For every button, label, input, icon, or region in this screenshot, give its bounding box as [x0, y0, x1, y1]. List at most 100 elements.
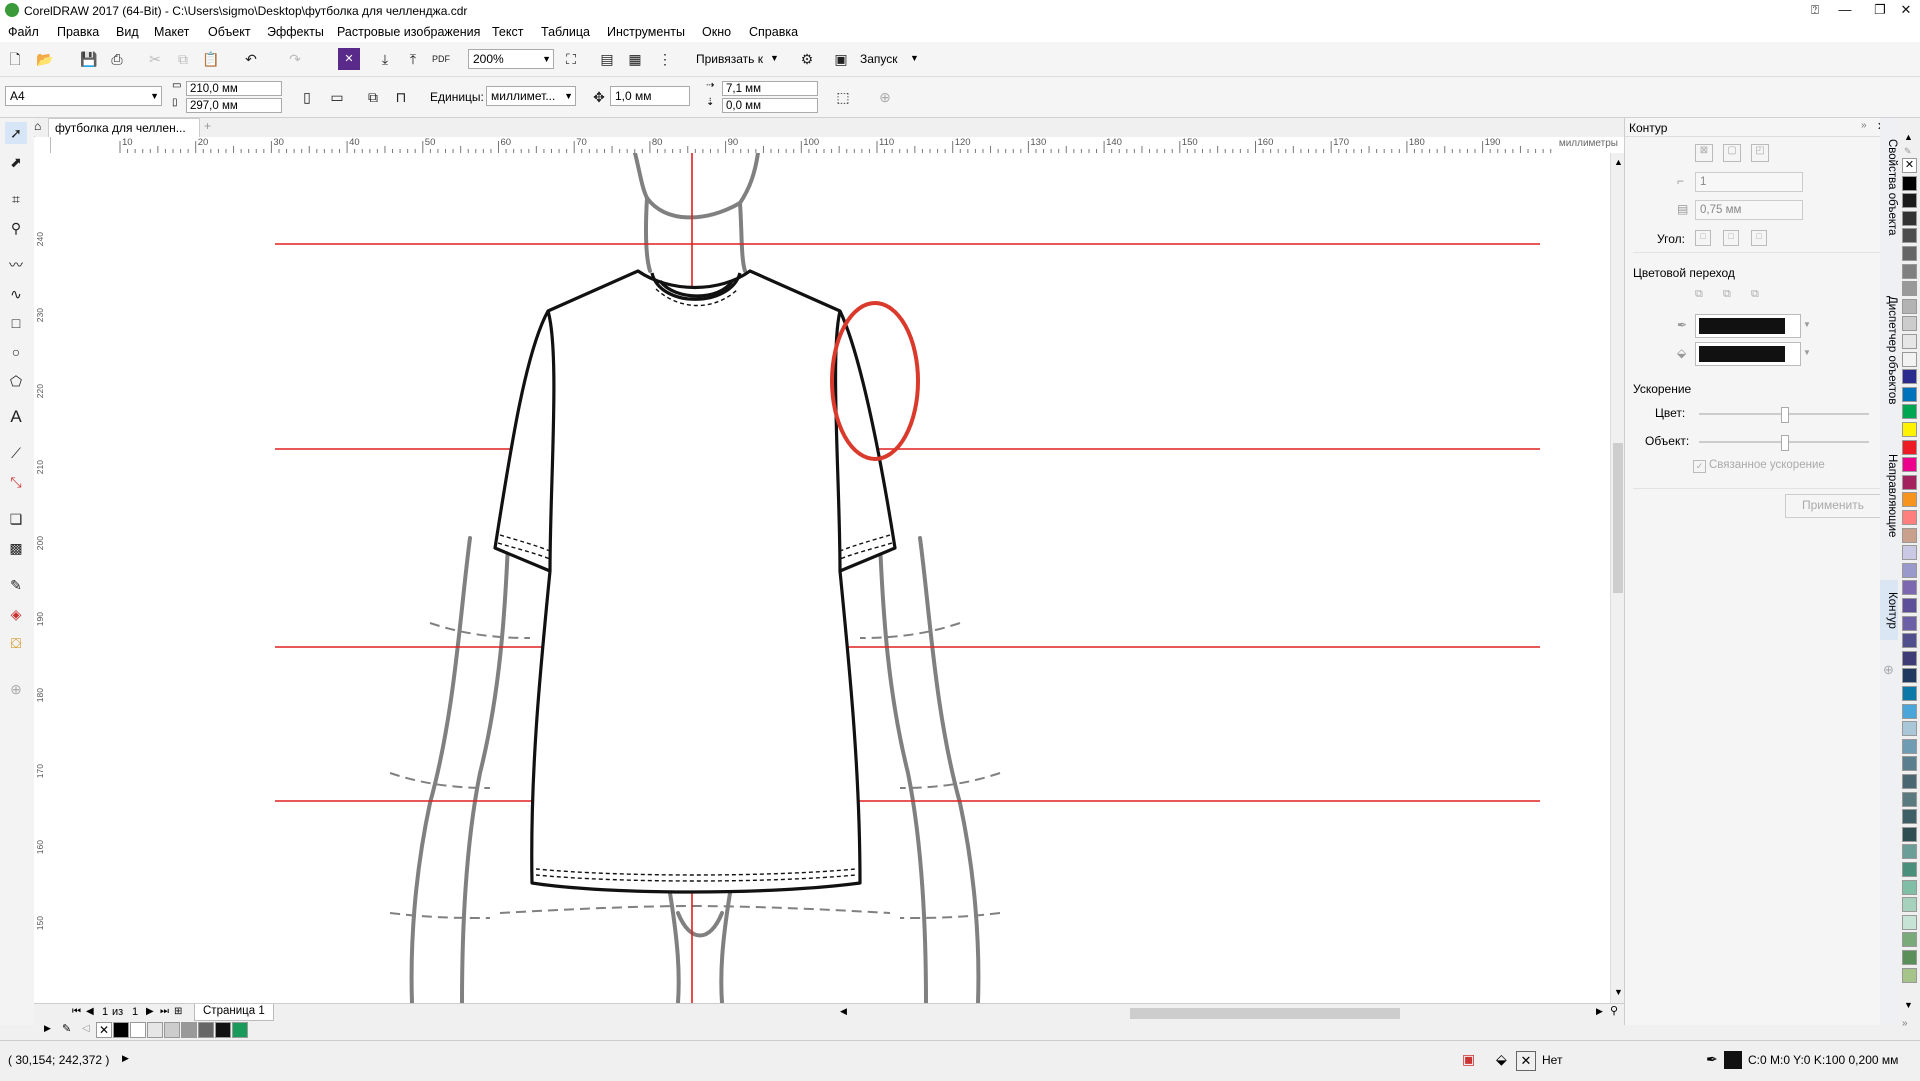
blend-ccw-icon[interactable]: ⧉ — [1751, 288, 1759, 301]
color-swatch[interactable] — [1902, 580, 1917, 596]
save-icon[interactable]: 💾 — [78, 48, 100, 70]
color-swatch[interactable] — [1902, 492, 1917, 508]
vertical-ruler[interactable]: 240 230 220 210 200 190 180 170 160 150 — [34, 137, 51, 1005]
angle-option-3-icon[interactable]: □ — [1751, 230, 1767, 246]
fill-color-picker[interactable] — [1695, 342, 1801, 366]
snap-to-button[interactable]: Привязать к — [696, 52, 763, 66]
color-swatch[interactable] — [1902, 351, 1917, 367]
export-icon[interactable]: ⤒ — [402, 48, 424, 70]
add-page-icon[interactable]: ⊕ — [874, 86, 896, 108]
horizontal-scrollbar[interactable]: ◀ ▶ — [840, 1006, 1608, 1020]
import-icon[interactable]: ⤓ — [374, 48, 396, 70]
document-color-swatch[interactable] — [181, 1022, 197, 1038]
document-color-swatch[interactable] — [198, 1022, 214, 1038]
color-swatch[interactable] — [1902, 263, 1917, 279]
apply-button[interactable]: Применить — [1785, 494, 1881, 518]
color-swatch[interactable] — [1902, 527, 1917, 543]
angle-option-2-icon[interactable]: □ — [1723, 230, 1739, 246]
document-color-swatch[interactable] — [215, 1022, 231, 1038]
palette-back-icon[interactable]: ◁ — [82, 1023, 90, 1034]
first-page-icon[interactable]: ⏮ — [72, 1006, 81, 1017]
treat-as-filled-icon[interactable]: ⬚ — [832, 86, 854, 108]
show-guides-icon[interactable]: ⋮ — [654, 48, 676, 70]
menu-layout[interactable]: Макет — [154, 25, 189, 39]
color-swatch[interactable] — [1902, 650, 1917, 666]
color-swatch[interactable] — [1902, 668, 1917, 684]
document-color-swatch[interactable] — [164, 1022, 180, 1038]
prev-page-icon[interactable]: ◀ — [86, 1006, 94, 1017]
text-tool-icon[interactable]: A — [5, 406, 27, 428]
smart-fill-icon[interactable]: ⛋ — [5, 632, 27, 654]
corner-bevel-icon[interactable]: ◰ — [1751, 144, 1769, 162]
color-swatch[interactable] — [1902, 439, 1917, 455]
options-gear-icon[interactable]: ⚙ — [796, 48, 818, 70]
color-swatch[interactable] — [1902, 809, 1917, 825]
chevron-down-icon[interactable]: ▼ — [1803, 348, 1811, 357]
add-page-icon[interactable]: ⊞ — [174, 1006, 182, 1017]
print-icon[interactable]: ⎙ — [106, 48, 128, 70]
color-swatch[interactable] — [1902, 950, 1917, 965]
all-pages-icon[interactable]: ⧉ — [362, 86, 384, 108]
menu-bitmaps[interactable]: Растровые изображения — [337, 25, 480, 39]
blend-cw-icon[interactable]: ⧉ — [1723, 288, 1731, 301]
minimize-button[interactable]: — — [1827, 0, 1863, 22]
launch-app-icon[interactable]: ▣ — [830, 48, 852, 70]
linked-accel-checkbox[interactable]: ✓ — [1693, 460, 1706, 473]
add-docker-icon[interactable]: ⊕ — [1883, 662, 1894, 678]
steps-field[interactable]: 1 — [1695, 172, 1803, 192]
color-swatch[interactable] — [1902, 826, 1917, 842]
thickness-field[interactable]: 0,75 мм — [1695, 200, 1803, 220]
page-size-combo[interactable]: A4 ▼ — [5, 86, 162, 106]
crop-tool-icon[interactable]: ⌗ — [5, 188, 27, 210]
search-content-icon[interactable]: ✕ — [338, 48, 360, 70]
color-swatch[interactable] — [1902, 738, 1917, 754]
page-width-field[interactable]: 210,0 мм — [186, 81, 282, 96]
outline-pen-icon[interactable]: ✒ — [1706, 1051, 1718, 1068]
color-swatch[interactable] — [1902, 791, 1917, 807]
color-swatch[interactable] — [1902, 914, 1917, 930]
eyedropper-icon[interactable]: ✎ — [5, 574, 27, 596]
menu-object[interactable]: Объект — [208, 25, 251, 39]
portrait-icon[interactable]: ▯ — [296, 86, 318, 108]
scroll-left-icon[interactable]: ◀ — [840, 1006, 847, 1017]
blend-direct-icon[interactable]: ⧉ — [1695, 288, 1703, 301]
color-swatch[interactable] — [1902, 598, 1917, 613]
nudge-field[interactable]: 1,0 мм — [610, 86, 690, 106]
home-icon[interactable]: ⌂ — [34, 119, 41, 133]
color-swatch[interactable] — [1902, 633, 1917, 649]
close-button[interactable]: ✕ — [1888, 0, 1920, 22]
new-tab-icon[interactable]: + — [204, 119, 211, 133]
color-swatch[interactable] — [1902, 562, 1917, 578]
horizontal-scroll-thumb[interactable] — [1130, 1008, 1400, 1019]
units-combo[interactable]: миллимет... ▼ — [486, 86, 576, 106]
vertical-scroll-thumb[interactable] — [1613, 443, 1623, 593]
add-tool-icon[interactable]: ⊕ — [5, 678, 27, 700]
color-swatch[interactable] — [1902, 615, 1917, 631]
ellipse-tool-icon[interactable]: ○ — [5, 341, 27, 363]
zoom-tool-icon[interactable]: ⚲ — [5, 217, 27, 239]
color-swatch[interactable] — [1902, 844, 1917, 860]
tab-guidelines[interactable]: Направляющие — [1880, 443, 1898, 548]
undo-icon[interactable]: ↶ — [240, 48, 262, 70]
polygon-tool-icon[interactable]: ⬠ — [5, 370, 27, 392]
color-swatch[interactable] — [1902, 386, 1917, 402]
color-swatch[interactable] — [1902, 316, 1917, 332]
menu-help[interactable]: Справка — [749, 25, 798, 39]
menu-edit[interactable]: Правка — [57, 25, 99, 39]
color-swatch[interactable] — [1902, 298, 1917, 314]
copy-icon[interactable]: ⧉ — [172, 48, 194, 70]
chevron-down-icon[interactable]: ▼ — [1803, 320, 1811, 329]
vertical-scrollbar[interactable]: ▲ ▼ — [1610, 153, 1625, 1003]
color-swatch[interactable] — [1902, 369, 1917, 385]
scroll-down-icon[interactable]: ▼ — [1614, 987, 1623, 997]
color-swatch[interactable] — [1902, 281, 1917, 297]
color-swatch[interactable] — [1902, 721, 1917, 737]
color-swatch[interactable] — [1902, 862, 1917, 877]
color-swatch[interactable] — [1902, 932, 1917, 948]
color-accel-knob[interactable] — [1781, 407, 1789, 423]
tab-outline[interactable]: Контур — [1880, 580, 1898, 640]
color-swatch[interactable] — [1902, 703, 1917, 719]
artistic-media-icon[interactable]: ∿ — [5, 283, 27, 305]
color-swatch[interactable] — [1902, 175, 1917, 191]
publish-pdf-icon[interactable]: PDF — [430, 48, 452, 70]
